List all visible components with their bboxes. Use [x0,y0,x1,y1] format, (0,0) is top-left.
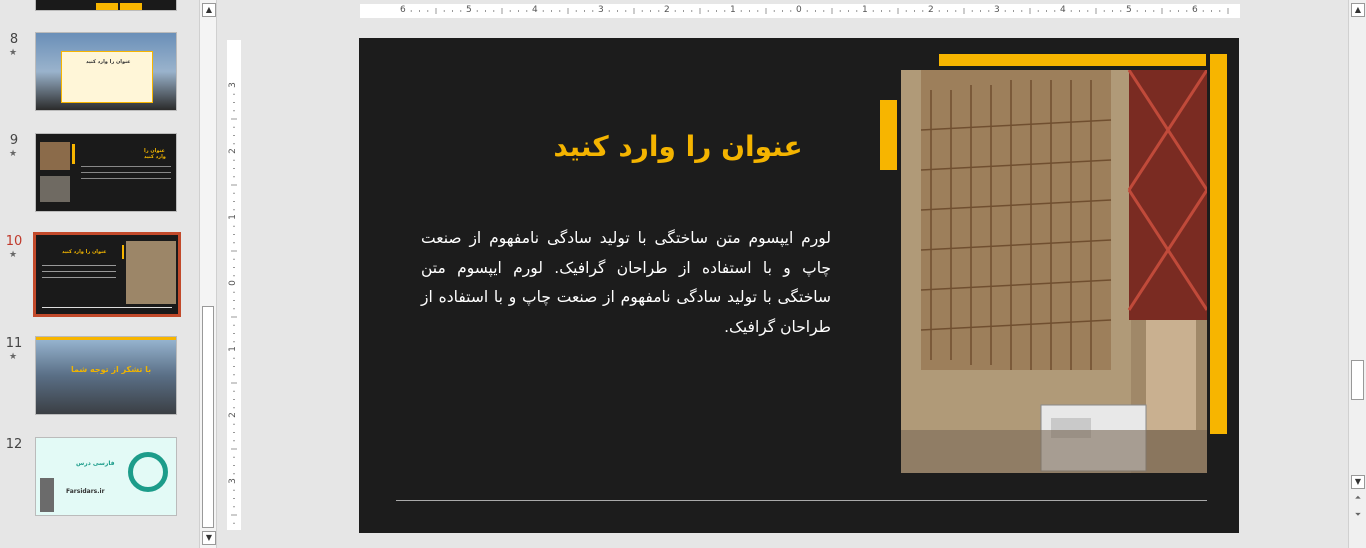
slide-thumbnail[interactable]: فارسی درس Farsidars.ir [35,437,177,516]
thumbnail-title: عنوان را وارد کنید [62,249,107,255]
ruler-number: 3 [598,5,604,15]
thumbnail-url: Farsidars.ir [66,488,105,495]
slide-thumbnail[interactable] [35,0,177,11]
slide-thumbnails-pane: 8 ★ عنوان را وارد کنید 9 ★ عنوان را وارد… [0,0,198,548]
transition-star-icon: ★ [9,149,18,159]
slide-thumbnail[interactable]: عنوان را وارد کنید [35,133,177,212]
transition-star-icon: ★ [9,48,18,58]
ruler-number: 2 [664,5,670,15]
photo-illustration [901,70,1207,473]
slide-number: 9 [9,133,19,148]
scroll-down-button[interactable]: ▼ [202,531,216,545]
ruler-number: 5 [466,5,472,15]
ruler-number: 6 [1192,5,1198,15]
editor-scrollbar[interactable]: ▲ ▼ ⏶ ⏷ [1348,0,1366,548]
ruler-number: 2 [227,412,238,418]
person-icon [40,478,54,512]
transition-star-icon: ★ [9,250,18,260]
ruler-number: 4 [1060,5,1066,15]
slide-number: 12 [5,437,23,452]
transition-star-icon: ★ [9,352,18,362]
thumbnail-title: عنوان را وارد کنید [144,148,166,160]
scroll-up-button[interactable]: ▲ [202,3,216,17]
ruler-number: 3 [227,82,238,88]
thumbnail-photo [126,241,176,304]
slide-thumbnail-selected[interactable]: عنوان را وارد کنید [33,232,181,317]
slide-number: 10 [5,234,23,249]
ruler-number: 2 [227,148,238,154]
slide-canvas[interactable]: عنوان را وارد کنید لورم ایپسوم متن ساختگ… [359,38,1239,533]
thumbnail-photo [40,176,70,202]
slide-number: 8 [9,32,19,47]
slide-body-text[interactable]: لورم ایپسوم متن ساختگی با تولید سادگی نا… [421,224,831,342]
ruler-number: 1 [227,214,238,220]
scroll-up-button[interactable]: ▲ [1351,3,1365,17]
ruler-number: 1 [862,5,868,15]
ruler-number: 0 [796,5,802,15]
ruler-number: 1 [730,5,736,15]
logo-icon [128,452,168,492]
construction-photo[interactable] [901,70,1207,473]
ruler-number: 5 [1126,5,1132,15]
ruler-number: 4 [532,5,538,15]
thumbnail-title: با تشکر از توجه شما [71,365,152,374]
accent-bar-top [939,54,1206,66]
scrollbar-thumb[interactable] [202,306,214,528]
thumbnails-scrollbar[interactable]: ▲ ▼ [199,0,217,548]
ruler-number: 3 [994,5,1000,15]
slide-divider-line [396,500,1207,501]
ruler-number: 0 [227,280,238,286]
slide-title[interactable]: عنوان را وارد کنید [479,130,877,163]
horizontal-ruler: 6 5 4 3 2 1 0 1 2 3 4 5 6 [360,4,1240,18]
next-slide-icon[interactable]: ⏷ [1351,509,1365,523]
accent-bar-left [880,100,897,170]
slide-number: 11 [5,336,23,351]
ruler-number: 6 [400,5,406,15]
accent-bar-right [1210,54,1227,434]
previous-slide-icon[interactable]: ⏶ [1351,492,1365,506]
ruler-number: 3 [227,478,238,484]
ruler-number: 1 [227,346,238,352]
thumbnail-photo [40,142,70,170]
scroll-down-button[interactable]: ▼ [1351,475,1365,489]
ruler-number: 2 [928,5,934,15]
scrollbar-thumb[interactable] [1351,360,1364,400]
thumbnail-brand: فارسی درس [76,460,115,467]
vertical-ruler: 3 2 1 0 1 2 3 [227,40,241,530]
slide-thumbnail[interactable]: عنوان را وارد کنید [35,32,177,111]
thumbnail-title: عنوان را وارد کنید [86,59,131,65]
slide-thumbnail[interactable]: با تشکر از توجه شما [35,336,177,415]
slide-editor: 6 5 4 3 2 1 0 1 2 3 4 5 6 3 2 1 0 1 2 3 عنوان را وارد کنید… [221,0,1345,548]
